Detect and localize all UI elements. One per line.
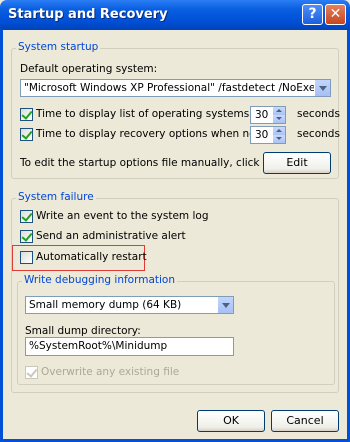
spin-up-icon[interactable]	[273, 127, 285, 135]
default-os-select[interactable]: "Microsoft Windows XP Professional" /fas…	[20, 79, 331, 97]
overwrite-checkbox[interactable]	[25, 366, 38, 379]
title-bar[interactable]: Startup and Recovery ? ✕	[0, 0, 350, 30]
system-startup-legend: System startup	[16, 41, 101, 53]
write-event-checkbox[interactable]	[20, 210, 33, 223]
write-event-label: Write an event to the system log	[36, 210, 209, 222]
time-recovery-checkbox[interactable]	[20, 128, 33, 141]
dump-type-value: Small memory dump (64 KB)	[29, 299, 182, 311]
edit-hint: To edit the startup options file manuall…	[20, 157, 287, 169]
chevron-down-icon[interactable]	[314, 80, 330, 96]
time-list-label: Time to display list of operating system…	[36, 108, 253, 120]
default-os-label: Default operating system:	[20, 63, 158, 75]
time-list-checkbox[interactable]	[20, 108, 33, 121]
dump-dir-label: Small dump directory:	[25, 325, 141, 337]
help-button[interactable]: ?	[302, 4, 323, 25]
auto-restart-label: Automatically restart	[36, 251, 147, 263]
spin-up-icon[interactable]	[273, 107, 285, 115]
spin-down-icon[interactable]	[273, 135, 285, 143]
close-button[interactable]: ✕	[325, 4, 346, 25]
time-recovery-seconds: seconds	[297, 128, 340, 140]
spin-down-icon[interactable]	[273, 115, 285, 123]
auto-restart-checkbox[interactable]	[20, 251, 33, 264]
time-recovery-value: 30	[255, 129, 269, 141]
chevron-down-icon[interactable]	[217, 297, 233, 313]
edit-button[interactable]: Edit	[263, 152, 331, 174]
cancel-button[interactable]: Cancel	[271, 410, 339, 432]
time-list-value: 30	[255, 109, 269, 121]
send-alert-checkbox[interactable]	[20, 230, 33, 243]
time-list-seconds: seconds	[297, 108, 340, 120]
dump-dir-value: %SystemRoot%\Minidump	[29, 340, 168, 352]
debug-info-legend: Write debugging information	[22, 274, 178, 286]
default-os-value: "Microsoft Windows XP Professional" /fas…	[24, 82, 331, 94]
time-recovery-label: Time to display recovery options when ne…	[36, 128, 286, 140]
ok-button[interactable]: OK	[197, 410, 265, 432]
help-icon: ?	[308, 6, 317, 22]
time-list-stepper[interactable]: 30	[250, 106, 286, 124]
dump-dir-field[interactable]: %SystemRoot%\Minidump	[25, 337, 234, 356]
time-recovery-stepper[interactable]: 30	[250, 126, 286, 144]
overwrite-label: Overwrite any existing file	[41, 366, 180, 378]
dump-type-select[interactable]: Small memory dump (64 KB)	[25, 296, 234, 314]
close-icon: ✕	[329, 6, 342, 22]
window-title: Startup and Recovery	[8, 7, 168, 22]
send-alert-label: Send an administrative alert	[36, 230, 186, 242]
system-failure-legend: System failure	[16, 191, 96, 203]
